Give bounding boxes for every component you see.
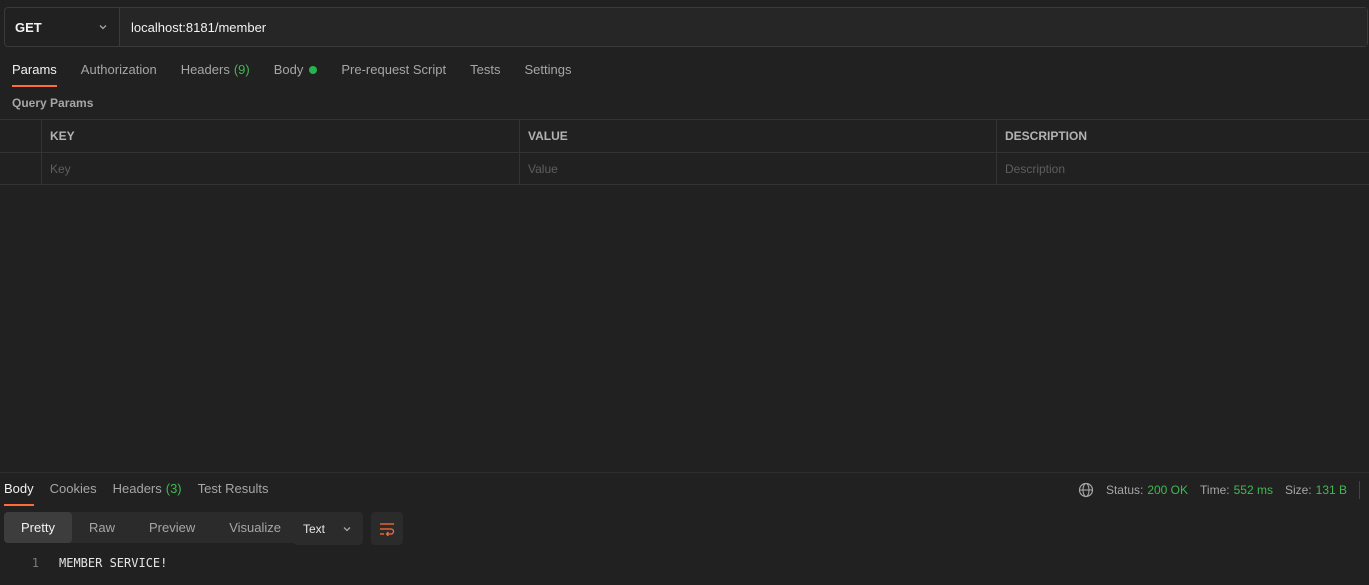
response-tab-test-results[interactable]: Test Results [198, 481, 269, 506]
time-label: Time: [1200, 483, 1230, 497]
url-input[interactable]: localhost:8181/member [120, 8, 1367, 46]
response-status-bar: Status: 200 OK Time: 552 ms Size: 131 B [1078, 481, 1360, 499]
tab-authorization[interactable]: Authorization [81, 62, 157, 87]
url-text: localhost:8181/member [131, 19, 267, 35]
tab-params[interactable]: Params [12, 62, 57, 87]
line-number: 1 [31, 556, 39, 570]
row-handle-header [0, 120, 41, 152]
chevron-down-icon [99, 25, 107, 30]
tab-pre-request-script[interactable]: Pre-request Script [341, 62, 446, 87]
description-column-header: DESCRIPTION [996, 120, 1369, 152]
status-label: Status: [1105, 483, 1144, 497]
response-body-editor[interactable]: 1 MEMBER SERVICE! [0, 556, 168, 570]
description-input[interactable]: Description [996, 153, 1369, 184]
headers-count: (9) [233, 62, 250, 77]
tab-body[interactable]: Body [274, 62, 318, 87]
status-separator [1359, 481, 1360, 499]
response-body-text: MEMBER SERVICE! [59, 556, 168, 570]
value-column-header: VALUE [519, 120, 996, 152]
method-select[interactable]: GET [5, 8, 120, 46]
mode-preview[interactable]: Preview [132, 512, 212, 543]
format-label: Text [303, 521, 326, 536]
key-input[interactable]: Key [41, 153, 519, 184]
wrap-lines-icon [380, 522, 395, 536]
request-url-bar: GET localhost:8181/member [4, 7, 1368, 47]
key-column-header: KEY [41, 120, 519, 152]
row-handle [0, 153, 41, 184]
query-params-title: Query Params [12, 96, 94, 110]
response-tab-headers[interactable]: Headers (3) [113, 481, 182, 506]
response-tabs: Body Cookies Headers (3) Test Results [4, 481, 284, 506]
time-value[interactable]: 552 ms [1234, 483, 1273, 497]
chevron-down-icon [343, 526, 351, 531]
table-header-row: KEY VALUE DESCRIPTION [0, 119, 1369, 152]
query-params-table: KEY VALUE DESCRIPTION Key Value Descript… [0, 119, 1369, 185]
response-divider[interactable] [0, 472, 1369, 473]
response-tab-cookies[interactable]: Cookies [50, 481, 97, 506]
table-row: Key Value Description [0, 152, 1369, 185]
size-value[interactable]: 131 B [1316, 483, 1347, 497]
mode-raw[interactable]: Raw [72, 512, 132, 543]
globe-icon[interactable] [1078, 482, 1094, 498]
status-value[interactable]: 200 OK [1147, 483, 1188, 497]
view-mode-group: Pretty Raw Preview Visualize [4, 512, 299, 543]
wrap-lines-button[interactable] [371, 512, 403, 545]
value-input[interactable]: Value [519, 153, 996, 184]
response-tab-body[interactable]: Body [4, 481, 34, 506]
mode-pretty[interactable]: Pretty [4, 512, 72, 543]
format-select[interactable]: Text [293, 512, 363, 545]
size-label: Size: [1284, 483, 1312, 497]
body-indicator-dot [309, 66, 318, 74]
method-label: GET [15, 19, 42, 35]
request-tabs: Params Authorization Headers (9) Body Pre… [12, 62, 595, 88]
tab-settings[interactable]: Settings [524, 62, 571, 87]
mode-visualize[interactable]: Visualize [212, 512, 298, 543]
response-headers-count: (3) [165, 481, 182, 496]
tab-tests[interactable]: Tests [470, 62, 500, 87]
tab-headers[interactable]: Headers (9) [181, 62, 250, 87]
